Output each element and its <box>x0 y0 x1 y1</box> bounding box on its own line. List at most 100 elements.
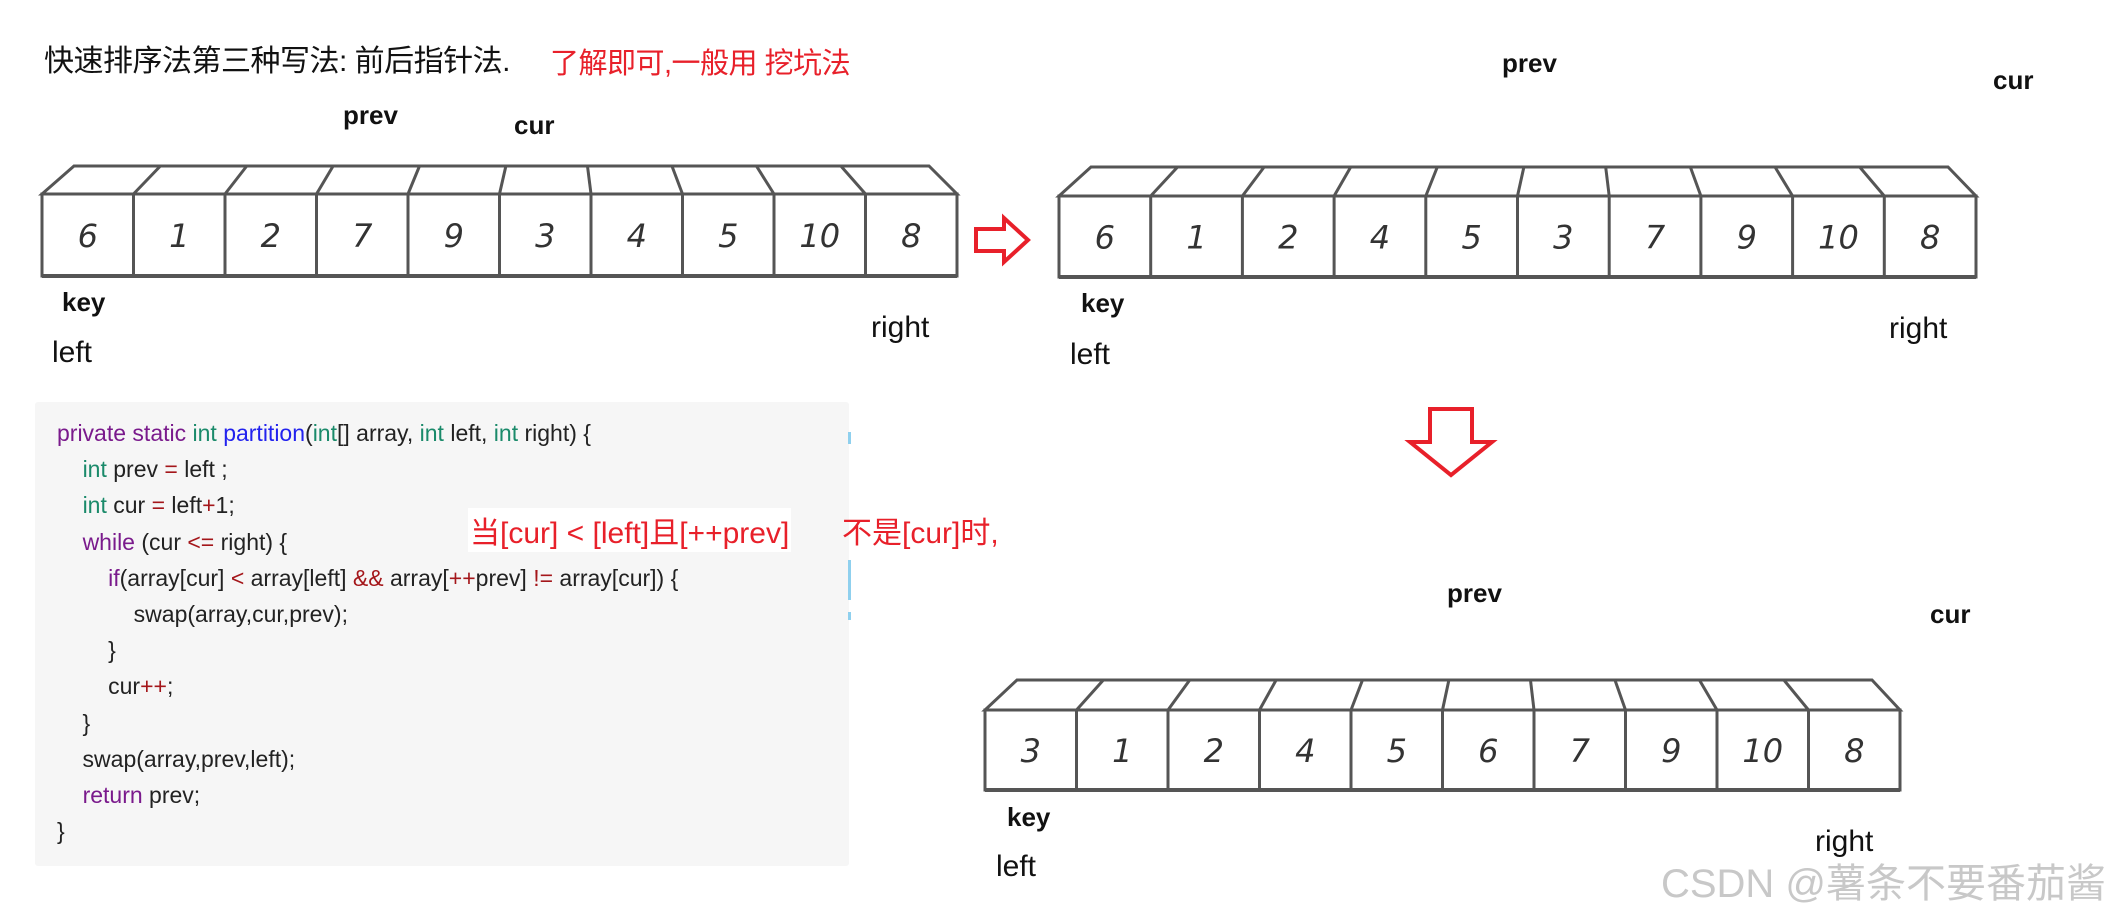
code-token: prev <box>113 456 165 483</box>
code-line: int cur = left+1; <box>57 492 235 519</box>
code-token: } <box>57 709 91 736</box>
code-token: ++ <box>140 673 167 700</box>
cell-value: 3 <box>1021 732 1041 770</box>
cell-value: 4 <box>627 217 647 255</box>
code-token: + <box>202 492 216 519</box>
code-line: while (cur <= right) { <box>57 528 288 556</box>
cur-pointer-label: cur <box>514 110 555 140</box>
code-token: 1; <box>215 492 235 519</box>
scroll-mark <box>848 612 851 620</box>
code-token: while <box>82 528 142 555</box>
cell-value: 9 <box>1737 219 1757 257</box>
code-token: } <box>57 818 65 845</box>
array-cell: 6 <box>1095 219 1115 257</box>
watermark: CSDN @薯条不要番茄酱 <box>1660 862 2106 906</box>
cur-pointer-label: cur <box>1930 599 1971 629</box>
code-line: return prev; <box>57 782 201 809</box>
code-token: private static <box>57 420 193 446</box>
prev-pointer-label: prev <box>343 100 398 130</box>
code-token: swap(array,cur,prev); <box>57 601 348 627</box>
code-token: != <box>533 564 554 591</box>
code-token: ( <box>305 420 313 446</box>
scroll-mark <box>848 560 851 600</box>
cell-value: 9 <box>1661 732 1681 770</box>
cell-value: 8 <box>1844 732 1864 770</box>
right-arrow-icon <box>974 213 1031 267</box>
cell-value: 6 <box>78 217 98 255</box>
code-token: prev; <box>149 782 201 808</box>
key-label: key <box>62 287 106 317</box>
code-token: array[left] <box>244 564 353 591</box>
code-token: int <box>312 420 337 446</box>
cell-value: 5 <box>1387 732 1407 770</box>
right-label: right <box>1889 312 1948 345</box>
code-token: int <box>192 420 224 446</box>
code-token: right) { <box>524 420 591 446</box>
code-token: (cur <box>141 528 188 555</box>
prev-pointer-label: prev <box>1447 578 1502 608</box>
cell-value: 7 <box>1645 219 1666 257</box>
cell-value: 2 <box>1278 219 1298 257</box>
code-token: array[ <box>383 564 449 591</box>
cell-value: 2 <box>261 217 281 255</box>
code-token: = <box>151 492 166 519</box>
code-line: } <box>57 637 116 664</box>
code-line: swap(array,prev,left); <box>57 746 296 773</box>
code-token: int <box>82 456 114 483</box>
cell-value: 10 <box>1742 732 1783 770</box>
code-token: left ; <box>177 456 228 483</box>
code-token: (array[cur] <box>119 564 231 591</box>
code-token: cur <box>57 673 141 700</box>
cell-value: 1 <box>169 217 189 255</box>
code-token: left, <box>450 420 494 446</box>
annotation-condition: 当[cur] < [left]且[++prev] <box>468 508 792 552</box>
left-label: left <box>52 336 93 369</box>
code-token: ; <box>166 673 174 700</box>
code-line: } <box>57 709 91 737</box>
cell-value: 8 <box>901 217 921 255</box>
code-token: && <box>352 564 384 591</box>
code-token: left <box>165 492 203 519</box>
cell-value: 7 <box>1570 732 1591 770</box>
cell-value: 1 <box>1186 219 1206 257</box>
code-token: int <box>82 492 114 519</box>
annotation-condition-tail: 不是[cur]时, <box>842 517 999 550</box>
cur-pointer-label: cur <box>1993 65 2034 95</box>
code-token: if <box>108 564 120 591</box>
down-arrow-icon <box>1404 407 1498 478</box>
scroll-mark <box>848 432 851 444</box>
code-token: ++ <box>448 564 476 591</box>
cell-value: 5 <box>718 217 738 255</box>
array-initial: 6 1 2 7 9 3 4 5 10 8 <box>38 164 961 278</box>
key-label: key <box>1007 802 1051 832</box>
code-line: private static int partition(int[] array… <box>57 420 591 447</box>
code-line: } <box>57 818 65 845</box>
array-final: 3 1 2 4 5 6 7 9 10 8 <box>981 678 1904 792</box>
cell-value: 8 <box>1920 219 1940 257</box>
left-label: left <box>996 850 1037 883</box>
code-line: cur++; <box>57 673 173 700</box>
cell-value: 2 <box>1204 732 1224 770</box>
code-token: int <box>419 420 451 446</box>
cell-value: 4 <box>1370 219 1390 257</box>
key-label: key <box>1081 288 1125 318</box>
code-token: prev] <box>475 564 534 591</box>
prev-pointer-label: prev <box>1502 48 1557 78</box>
code-line: if(array[cur] < array[left] && array[++p… <box>57 565 678 592</box>
code-token: <= <box>187 528 215 555</box>
cell-value: 4 <box>1295 732 1315 770</box>
left-label: left <box>1070 338 1111 371</box>
cell-value: 10 <box>799 217 840 255</box>
cell-value: 6 <box>1095 219 1115 257</box>
code-token: } <box>57 637 116 664</box>
code-token: partition <box>223 420 306 446</box>
cell-value: 9 <box>444 217 464 255</box>
array-after-swaps: 6 1 2 4 5 3 7 9 10 8 <box>1055 165 1980 279</box>
code-line: swap(array,cur,prev); <box>57 601 348 628</box>
code-token: return <box>82 782 150 808</box>
